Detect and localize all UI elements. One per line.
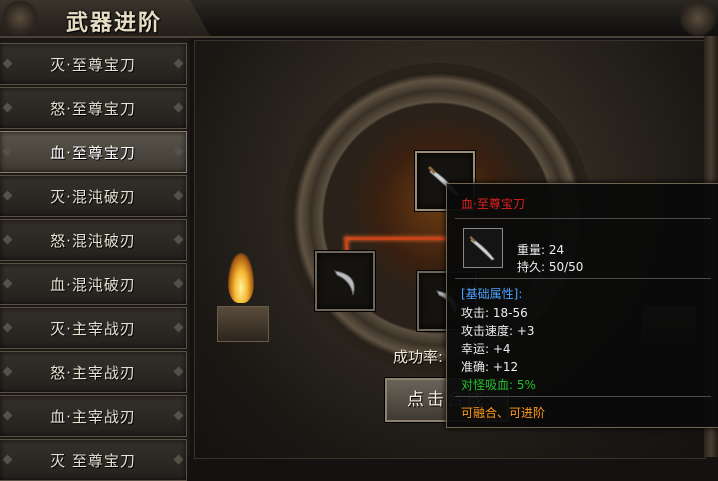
- tooltip-stat: 幸运: +4: [461, 342, 511, 356]
- sidebar-item-mie-zhuzai-zhanren[interactable]: 灭·主宰战刃: [0, 307, 187, 349]
- sidebar-item-xue-zhizun-baodao[interactable]: 血·至尊宝刀: [0, 131, 187, 173]
- sidebar-item-label: 怒·至尊宝刀: [50, 100, 136, 118]
- sidebar-item-xue-hundun-poren[interactable]: 血·混沌破刃: [0, 263, 187, 305]
- sidebar-item-nu-zhizun-baodao[interactable]: 怒·至尊宝刀: [0, 87, 187, 129]
- sidebar-item-label: 血·主宰战刃: [50, 408, 136, 426]
- sidebar-item-nu-hundun-poren[interactable]: 怒·混沌破刃: [0, 219, 187, 261]
- tooltip-durability: 持久: 50/50: [517, 260, 584, 274]
- divider: [455, 396, 711, 397]
- sidebar-item-mie-zhizun-baodao-2[interactable]: 灭 至尊宝刀: [0, 439, 187, 481]
- tooltip-footer: 可融合、可进阶: [461, 406, 546, 420]
- sidebar-item-label: 怒·主宰战刃: [50, 364, 136, 382]
- sidebar-item-mie-zhizun-baodao[interactable]: 灭·至尊宝刀: [0, 43, 187, 85]
- header-bar: 武器进阶: [0, 0, 718, 38]
- success-rate-label: 成功率:: [393, 348, 444, 366]
- sidebar-item-nu-zhuzai-zhanren[interactable]: 怒·主宰战刃: [0, 351, 187, 393]
- weapon-list-sidebar: 灭·至尊宝刀 怒·至尊宝刀 血·至尊宝刀 灭·混沌破刃 怒·混沌破刃 血·混沌破…: [0, 38, 190, 481]
- left-flame-icon: [228, 253, 254, 303]
- tooltip-stat-bonus: 对怪吸血: 5%: [461, 378, 536, 392]
- divider: [455, 278, 711, 279]
- curved-blade-icon: [469, 235, 495, 261]
- sidebar-item-label: 灭·混沌破刃: [50, 188, 136, 206]
- tooltip-item-icon: [463, 228, 503, 268]
- left-pedestal: [217, 306, 269, 342]
- item-tooltip: 血·至尊宝刀 重量: 24 持久: 50/50 [基础属性]: 攻击: 18-5…: [446, 183, 718, 428]
- page-title: 武器进阶: [66, 10, 163, 36]
- tooltip-stat: 准确: +12: [461, 360, 519, 374]
- material-slot-left[interactable]: [315, 251, 375, 311]
- tooltip-stat: 攻击: 18-56: [461, 306, 528, 320]
- corner-ornament: [0, 0, 40, 36]
- divider: [455, 218, 711, 219]
- sidebar-item-label: 血·至尊宝刀: [50, 144, 136, 162]
- tooltip-item-name: 血·至尊宝刀: [461, 197, 525, 211]
- sidebar-item-label: 灭 至尊宝刀: [50, 452, 136, 470]
- connector-line: [345, 237, 449, 240]
- sidebar-item-xue-zhuzai-zhanren[interactable]: 血·主宰战刃: [0, 395, 187, 437]
- tooltip-section-title: [基础属性]:: [461, 287, 523, 301]
- tooltip-stat: 攻击速度: +3: [461, 324, 535, 338]
- tooltip-weight: 重量: 24: [517, 243, 565, 257]
- sidebar-item-label: 灭·主宰战刃: [50, 320, 136, 338]
- sidebar-item-label: 怒·混沌破刃: [50, 232, 136, 250]
- corner-ornament: [678, 0, 718, 36]
- sidebar-item-label: 灭·至尊宝刀: [50, 56, 136, 74]
- sidebar-item-label: 血·混沌破刃: [50, 276, 136, 294]
- sickle-blade-icon: [334, 270, 355, 296]
- sidebar-item-mie-hundun-poren[interactable]: 灭·混沌破刃: [0, 175, 187, 217]
